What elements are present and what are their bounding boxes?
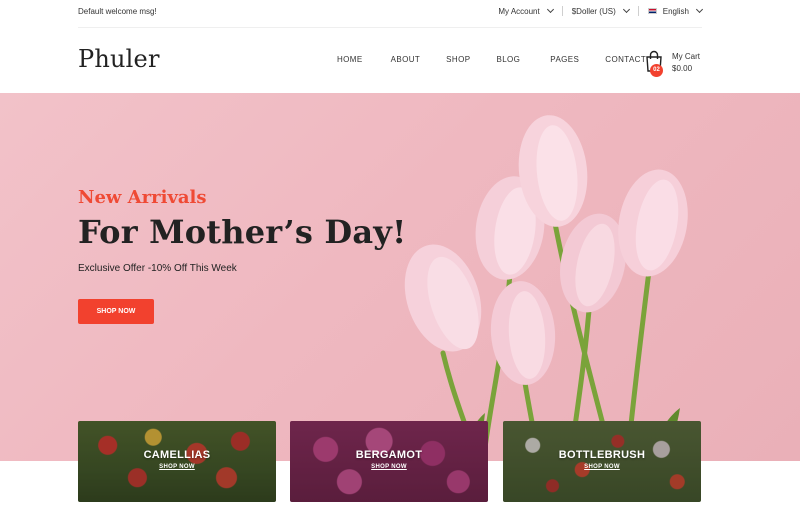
divider: [561, 6, 563, 16]
category-cards: CAMELLIAS SHOP NOW BERGAMOT SHOP NOW BOT…: [78, 421, 701, 502]
top-bar: Default welcome msg! My Account $Doller …: [0, 0, 800, 27]
category-card-bottlebrush[interactable]: BOTTLEBRUSH SHOP NOW: [503, 421, 701, 502]
language-label: English: [662, 6, 689, 16]
divider: [637, 6, 639, 16]
category-name: CAMELLIAS: [143, 449, 211, 461]
welcome-message: Default welcome msg!: [78, 7, 157, 16]
nav-blog[interactable]: BLOG: [496, 55, 520, 64]
category-name: BOTTLEBRUSH: [558, 449, 646, 461]
account-label: My Account: [498, 6, 540, 16]
currency-label: $Doller (US): [571, 6, 616, 16]
nav-contact[interactable]: CONTACT: [605, 55, 646, 64]
main-nav: HOME ABOUT SHOP BLOG PAGES CONTACT: [337, 55, 646, 64]
chevron-down-icon: [695, 5, 704, 14]
uk-flag-icon: [647, 8, 657, 14]
category-card-bergamot[interactable]: BERGAMOT SHOP NOW: [290, 421, 488, 502]
language-dropdown[interactable]: English: [647, 5, 704, 16]
mini-cart[interactable]: 02 My Cart $0.00: [645, 50, 705, 80]
hero-banner: New Arrivals For Mother’s Day! Exclusive…: [0, 93, 800, 461]
nav-home[interactable]: HOME: [337, 55, 363, 64]
chevron-down-icon: [546, 5, 554, 14]
category-shop-link[interactable]: SHOP NOW: [290, 464, 488, 470]
category-card-camellias[interactable]: CAMELLIAS SHOP NOW: [78, 421, 276, 502]
site-header: Phuler HOME ABOUT SHOP BLOG PAGES CONTAC…: [0, 28, 800, 93]
account-dropdown[interactable]: My Account: [498, 5, 554, 16]
nav-shop[interactable]: SHOP: [446, 55, 470, 64]
chevron-down-icon: [622, 5, 630, 14]
nav-about[interactable]: ABOUT: [391, 55, 421, 64]
top-bar-menu: My Account $Doller (US) English: [498, 5, 704, 16]
tulips-image: [404, 115, 688, 461]
hero-title: For Mother’s Day!: [78, 213, 407, 251]
category-shop-link[interactable]: SHOP NOW: [78, 464, 276, 470]
cart-label: My Cart: [672, 52, 700, 61]
category-name: BERGAMOT: [355, 449, 423, 461]
hero-kicker: New Arrivals: [78, 187, 207, 208]
site-logo[interactable]: Phuler: [78, 45, 160, 73]
category-shop-link[interactable]: SHOP NOW: [503, 464, 701, 470]
shop-now-button[interactable]: SHOP NOW: [78, 299, 154, 324]
nav-pages[interactable]: PAGES: [550, 55, 579, 64]
currency-dropdown[interactable]: $Doller (US): [571, 5, 630, 16]
hero-offer-text: Exclusive Offer -10% Off This Week: [78, 263, 237, 274]
cart-total: $0.00: [672, 64, 693, 73]
cart-count-badge: 02: [650, 64, 663, 77]
